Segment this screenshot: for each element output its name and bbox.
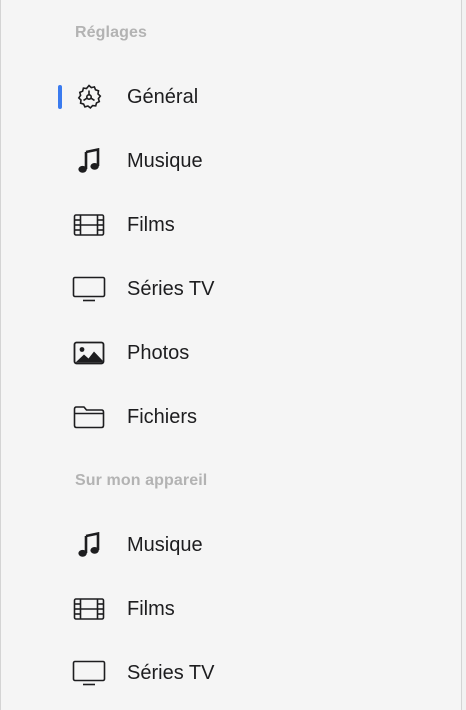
music-note-icon bbox=[71, 146, 107, 176]
sidebar-item-label: Films bbox=[127, 213, 175, 236]
device-item-music[interactable]: Musique bbox=[1, 522, 461, 568]
photo-icon bbox=[71, 338, 107, 368]
film-icon bbox=[71, 594, 107, 624]
gear-icon bbox=[71, 82, 107, 112]
tv-icon bbox=[71, 658, 107, 688]
device-item-label: Séries TV bbox=[127, 661, 215, 684]
sidebar-item-label: Photos bbox=[127, 341, 190, 364]
sidebar-item-files[interactable]: Fichiers bbox=[1, 394, 461, 440]
section-header-settings: Réglages bbox=[75, 24, 147, 41]
section-header-device: Sur mon appareil bbox=[75, 472, 208, 489]
selection-indicator bbox=[58, 85, 62, 109]
tv-icon bbox=[71, 274, 107, 304]
sidebar-item-tv-shows[interactable]: Séries TV bbox=[1, 266, 461, 312]
music-note-icon bbox=[71, 530, 107, 560]
sidebar-item-label: Séries TV bbox=[127, 277, 215, 300]
device-item-label: Films bbox=[127, 597, 175, 620]
device-item-films[interactable]: Films bbox=[1, 586, 461, 632]
sidebar-item-films[interactable]: Films bbox=[1, 202, 461, 248]
sidebar-item-photos[interactable]: Photos bbox=[1, 330, 461, 376]
sidebar-item-label: Général bbox=[127, 85, 199, 108]
folder-icon bbox=[71, 402, 107, 432]
sidebar-item-music[interactable]: Musique bbox=[1, 138, 461, 184]
sidebar-item-label: Musique bbox=[127, 149, 203, 172]
device-item-tv-shows[interactable]: Séries TV bbox=[1, 650, 461, 696]
sidebar: Réglages Général Musique Films Séries TV… bbox=[0, 0, 462, 710]
sidebar-item-general[interactable]: Général bbox=[1, 74, 461, 120]
device-item-label: Musique bbox=[127, 533, 203, 556]
film-icon bbox=[71, 210, 107, 240]
sidebar-item-label: Fichiers bbox=[127, 405, 198, 428]
